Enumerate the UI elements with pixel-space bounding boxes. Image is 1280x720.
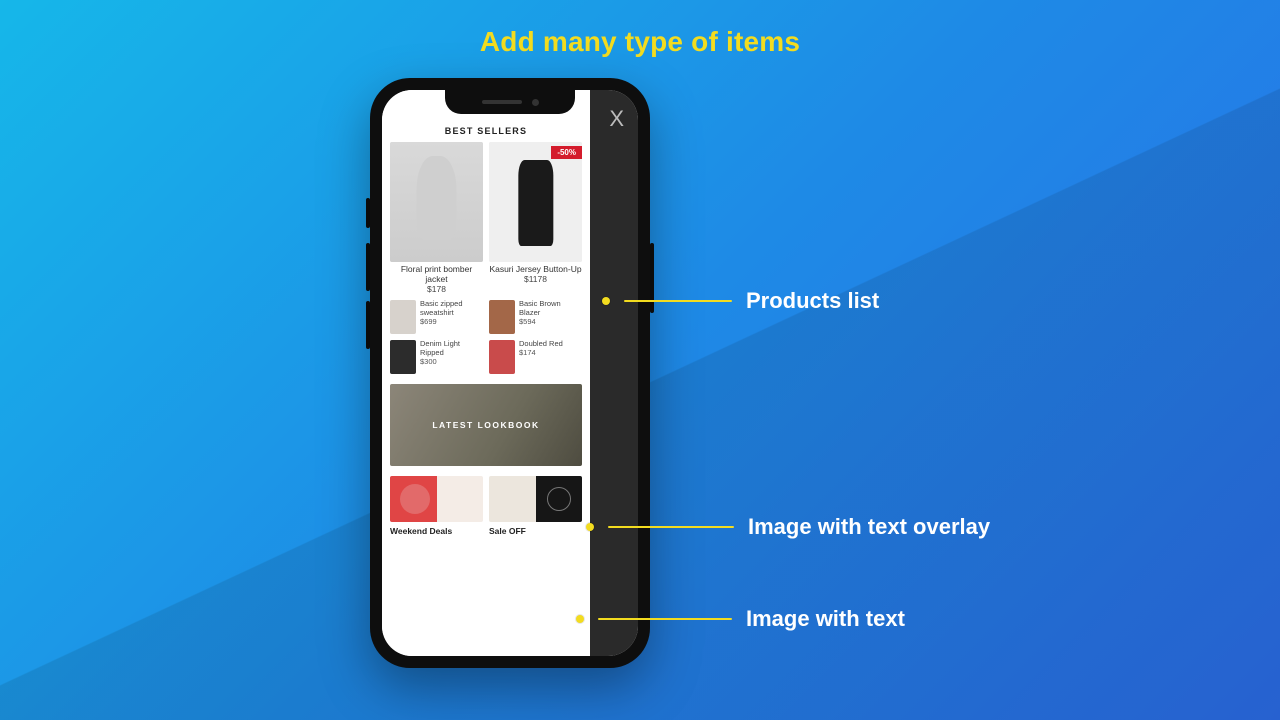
slide-title: Add many type of items	[0, 26, 1280, 58]
callout-image-overlay: Image with text overlay	[590, 514, 990, 540]
product-price: $300	[420, 357, 437, 366]
callout-image-text: Image with text	[580, 606, 905, 632]
close-icon[interactable]: X	[609, 106, 624, 132]
product-card[interactable]: -50% Kasuri Jersey Button-Up $1178	[489, 142, 582, 294]
side-panel: BEST SELLERS Floral print bomber jacket …	[382, 90, 590, 656]
phone-screen: X BEST SELLERS Floral print bomber jacke…	[382, 90, 638, 656]
promo-label: Sale OFF	[489, 526, 582, 536]
product-mini[interactable]: Denim Light Ripped$300	[390, 340, 483, 374]
callout-label: Products list	[746, 288, 879, 314]
promo-card[interactable]: Sale OFF	[489, 476, 582, 536]
discount-badge: -50%	[551, 146, 582, 159]
product-mini[interactable]: Basic zipped sweatshirt$699	[390, 300, 483, 334]
product-name: Basic Brown Blazer	[519, 299, 561, 317]
phone-notch	[445, 90, 575, 114]
featured-row: Floral print bomber jacket $178 -50% Kas…	[390, 142, 582, 294]
product-name: Denim Light Ripped	[420, 339, 460, 357]
callout-products-list: Products list	[606, 288, 879, 314]
product-name: Basic zipped sweatshirt	[420, 299, 463, 317]
callout-label: Image with text	[746, 606, 905, 632]
product-mini[interactable]: Basic Brown Blazer$594	[489, 300, 582, 334]
product-price: $594	[519, 317, 536, 326]
product-card[interactable]: Floral print bomber jacket $178	[390, 142, 483, 294]
product-price: $174	[519, 348, 536, 357]
promo-card[interactable]: Weekend Deals	[390, 476, 483, 536]
drawer-backdrop	[590, 90, 638, 656]
lookbook-label: LATEST LOOKBOOK	[432, 420, 539, 430]
product-price: $699	[420, 317, 437, 326]
phone-mockup: X BEST SELLERS Floral print bomber jacke…	[370, 78, 650, 668]
product-mini[interactable]: Doubled Red$174	[489, 340, 582, 374]
product-price: $178	[390, 285, 483, 295]
section-title-best-sellers: BEST SELLERS	[390, 126, 582, 136]
promo-label: Weekend Deals	[390, 526, 483, 536]
product-price: $1178	[489, 275, 582, 285]
lookbook-banner[interactable]: LATEST LOOKBOOK	[390, 384, 582, 466]
promo-slide: Add many type of items X BEST SELLERS Fl…	[0, 0, 1280, 720]
product-name: Kasuri Jersey Button-Up	[489, 264, 581, 274]
callout-label: Image with text overlay	[748, 514, 990, 540]
product-name: Floral print bomber jacket	[401, 264, 472, 284]
